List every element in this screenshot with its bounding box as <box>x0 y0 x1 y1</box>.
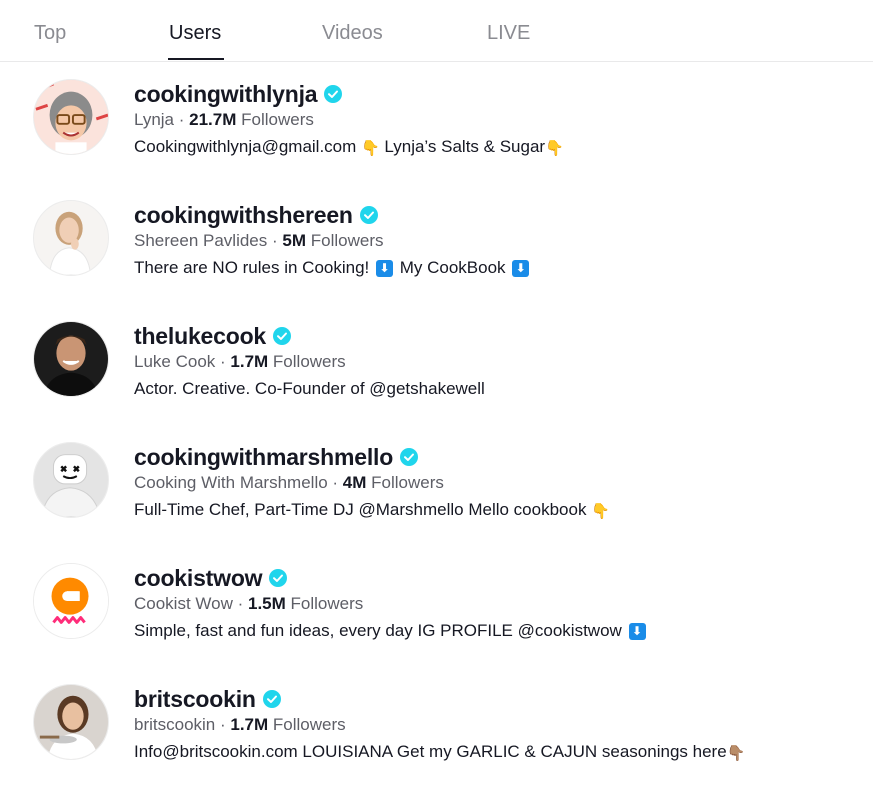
follower-count: 4M <box>342 473 367 492</box>
display-name: Shereen Pavlides <box>134 231 268 250</box>
avatar-photo-image <box>34 443 108 517</box>
avatar[interactable] <box>33 442 109 518</box>
verified-badge-icon <box>324 85 343 103</box>
avatar[interactable] <box>33 200 109 276</box>
verified-badge-icon <box>273 327 292 345</box>
username[interactable]: cookingwithshereen <box>134 202 353 229</box>
pointing-down-icon: 👇🏽 <box>726 743 746 762</box>
follower-count: 1.5M <box>248 594 286 613</box>
avatar-cartoon-image <box>34 80 108 154</box>
follower-count: 1.7M <box>230 715 269 734</box>
follower-count: 1.7M <box>230 352 269 371</box>
search-tabs: Top Users Videos LIVE <box>0 0 873 62</box>
user-meta: Shereen Pavlides · 5M Followers <box>134 231 384 250</box>
active-tab-indicator <box>168 58 224 60</box>
display-name: Lynja <box>134 110 175 129</box>
user-bio: Info@britscookin.com LOUISIANA Get my GA… <box>134 742 746 762</box>
user-meta: Lynja · 21.7M Followers <box>134 110 314 129</box>
display-name: Luke Cook <box>134 352 216 371</box>
cookist-logo-icon <box>34 564 108 638</box>
down-arrow-icon: ⬇ <box>628 623 646 641</box>
user-result-cookistwow[interactable]: cookistwow Cookist Wow · 1.5M Followers … <box>0 563 873 673</box>
username[interactable]: cookingwithmarshmello <box>134 444 393 471</box>
avatar[interactable] <box>33 321 109 397</box>
user-bio: Actor. Creative. Co-Founder of @getshake… <box>134 379 485 398</box>
pointing-down-icon: 👇 <box>591 501 610 520</box>
user-result-cookingwithlynja[interactable]: cookingwithlynja Lynja · 21.7M Followers… <box>0 79 873 189</box>
pointing-down-icon: 👇 <box>361 138 380 157</box>
user-result-britscookin[interactable]: britscookin britscookin · 1.7M Followers… <box>0 684 873 787</box>
display-name: Cookist Wow <box>134 594 233 613</box>
pointing-down-icon: 👇 <box>545 138 564 157</box>
user-result-thelukecook[interactable]: thelukecook Luke Cook · 1.7M Followers A… <box>0 321 873 431</box>
username[interactable]: britscookin <box>134 686 256 713</box>
tab-videos[interactable]: Videos <box>322 22 383 45</box>
avatar[interactable] <box>33 684 109 760</box>
tab-top[interactable]: Top <box>34 22 66 45</box>
verified-badge-icon <box>262 690 281 708</box>
user-bio: There are NO rules in Cooking! ⬇ My Cook… <box>134 258 863 282</box>
user-result-cookingwithshereen[interactable]: cookingwithshereen Shereen Pavlides · 5M… <box>0 200 873 310</box>
avatar-photo-image <box>34 322 108 396</box>
verified-badge-icon <box>269 569 288 587</box>
tab-live[interactable]: LIVE <box>487 22 530 45</box>
user-meta: Luke Cook · 1.7M Followers <box>134 352 346 371</box>
down-arrow-icon: ⬇ <box>376 260 393 278</box>
tab-users[interactable]: Users <box>169 22 221 45</box>
avatar[interactable] <box>33 563 109 639</box>
user-bio: Cookingwithlynja@gmail.com 👇 Lynja’s Sal… <box>134 137 564 157</box>
user-meta: Cookist Wow · 1.5M Followers <box>134 594 364 613</box>
display-name: britscookin <box>134 715 216 734</box>
user-result-cookingwithmarshmello[interactable]: cookingwithmarshmello Cooking With Marsh… <box>0 442 873 552</box>
follower-count: 21.7M <box>189 110 237 129</box>
avatar-photo-image <box>34 685 108 759</box>
avatar[interactable] <box>33 79 109 155</box>
display-name: Cooking With Marshmello <box>134 473 328 492</box>
down-arrow-icon: ⬇ <box>512 260 530 278</box>
follower-count: 5M <box>282 231 306 250</box>
username[interactable]: cookistwow <box>134 565 263 592</box>
user-bio: Full-Time Chef, Part-Time DJ @Marshmello… <box>134 500 610 520</box>
verified-badge-icon <box>359 206 378 224</box>
user-meta: Cooking With Marshmello · 4M Followers <box>134 473 444 492</box>
user-bio: Simple, fast and fun ideas, every day IG… <box>134 621 863 645</box>
avatar-photo-image <box>34 201 108 275</box>
username[interactable]: cookingwithlynja <box>134 81 318 108</box>
verified-badge-icon <box>400 448 419 466</box>
username[interactable]: thelukecook <box>134 323 266 350</box>
user-meta: britscookin · 1.7M Followers <box>134 715 346 734</box>
